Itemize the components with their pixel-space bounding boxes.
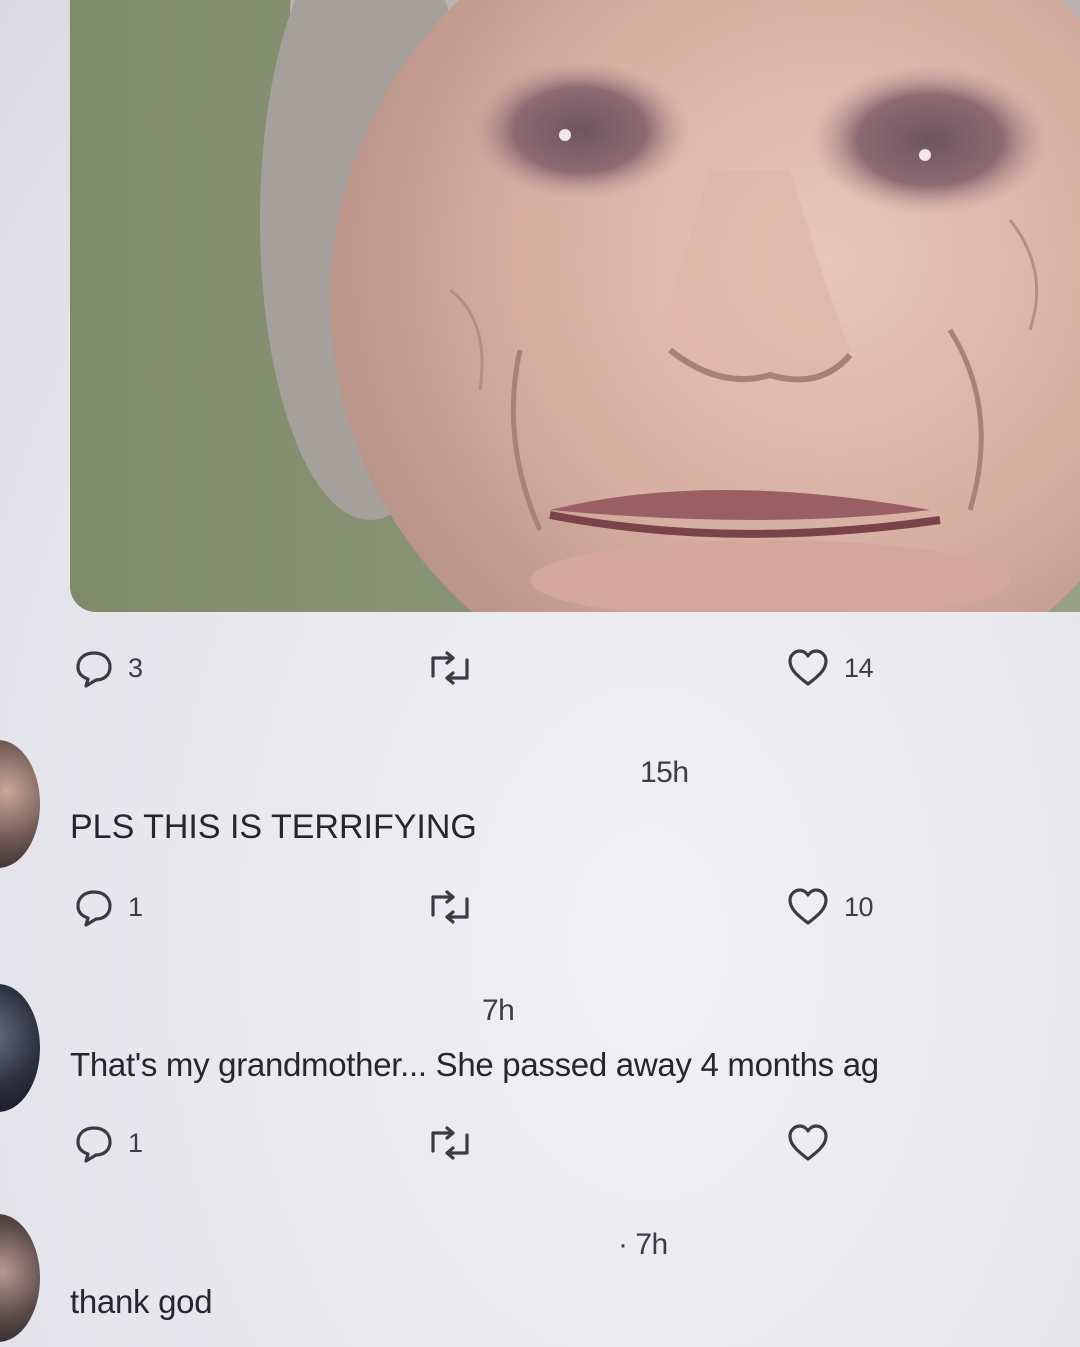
- speech-bubble-icon: [76, 1126, 112, 1163]
- retweet-icon: [431, 1126, 469, 1160]
- like-button[interactable]: 14: [786, 643, 874, 693]
- heart-icon: [788, 888, 828, 925]
- reply-count: 3: [128, 652, 143, 683]
- heart-icon: [788, 649, 828, 686]
- post-image[interactable]: [70, 0, 1080, 612]
- comment-text: thank god: [70, 1283, 213, 1320]
- like-button[interactable]: [786, 1118, 844, 1168]
- retweet-button[interactable]: [427, 882, 473, 932]
- comment-timestamp: 7h: [482, 994, 515, 1027]
- like-count: 14: [844, 652, 874, 683]
- comment-actions: 1 10: [0, 882, 1080, 932]
- like-button[interactable]: 10: [786, 882, 874, 932]
- reply-button[interactable]: 1: [74, 882, 143, 932]
- comment-text: PLS THIS IS TERRIFYING: [70, 808, 477, 846]
- comment-timestamp: 15h: [640, 756, 689, 789]
- comment-timestamp: · 7h: [618, 1228, 668, 1261]
- elderly-woman-photo: [70, 0, 1080, 612]
- retweet-icon: [431, 651, 469, 685]
- reply-button[interactable]: 3: [74, 643, 143, 693]
- comment-text: That's my grandmother... She passed away…: [70, 1046, 879, 1083]
- retweet-icon: [431, 890, 469, 924]
- like-count: 10: [844, 891, 874, 922]
- retweet-button[interactable]: [427, 643, 473, 693]
- reply-count: 1: [128, 891, 143, 922]
- speech-bubble-icon: [76, 651, 112, 688]
- speech-bubble-icon: [76, 890, 112, 927]
- heart-icon: [788, 1124, 828, 1161]
- comment-actions: 1: [0, 1118, 1080, 1168]
- retweet-button[interactable]: [427, 1118, 473, 1168]
- post-actions: 3 14: [0, 643, 1080, 693]
- reply-count: 1: [128, 1127, 143, 1158]
- reply-button[interactable]: 1: [74, 1118, 143, 1168]
